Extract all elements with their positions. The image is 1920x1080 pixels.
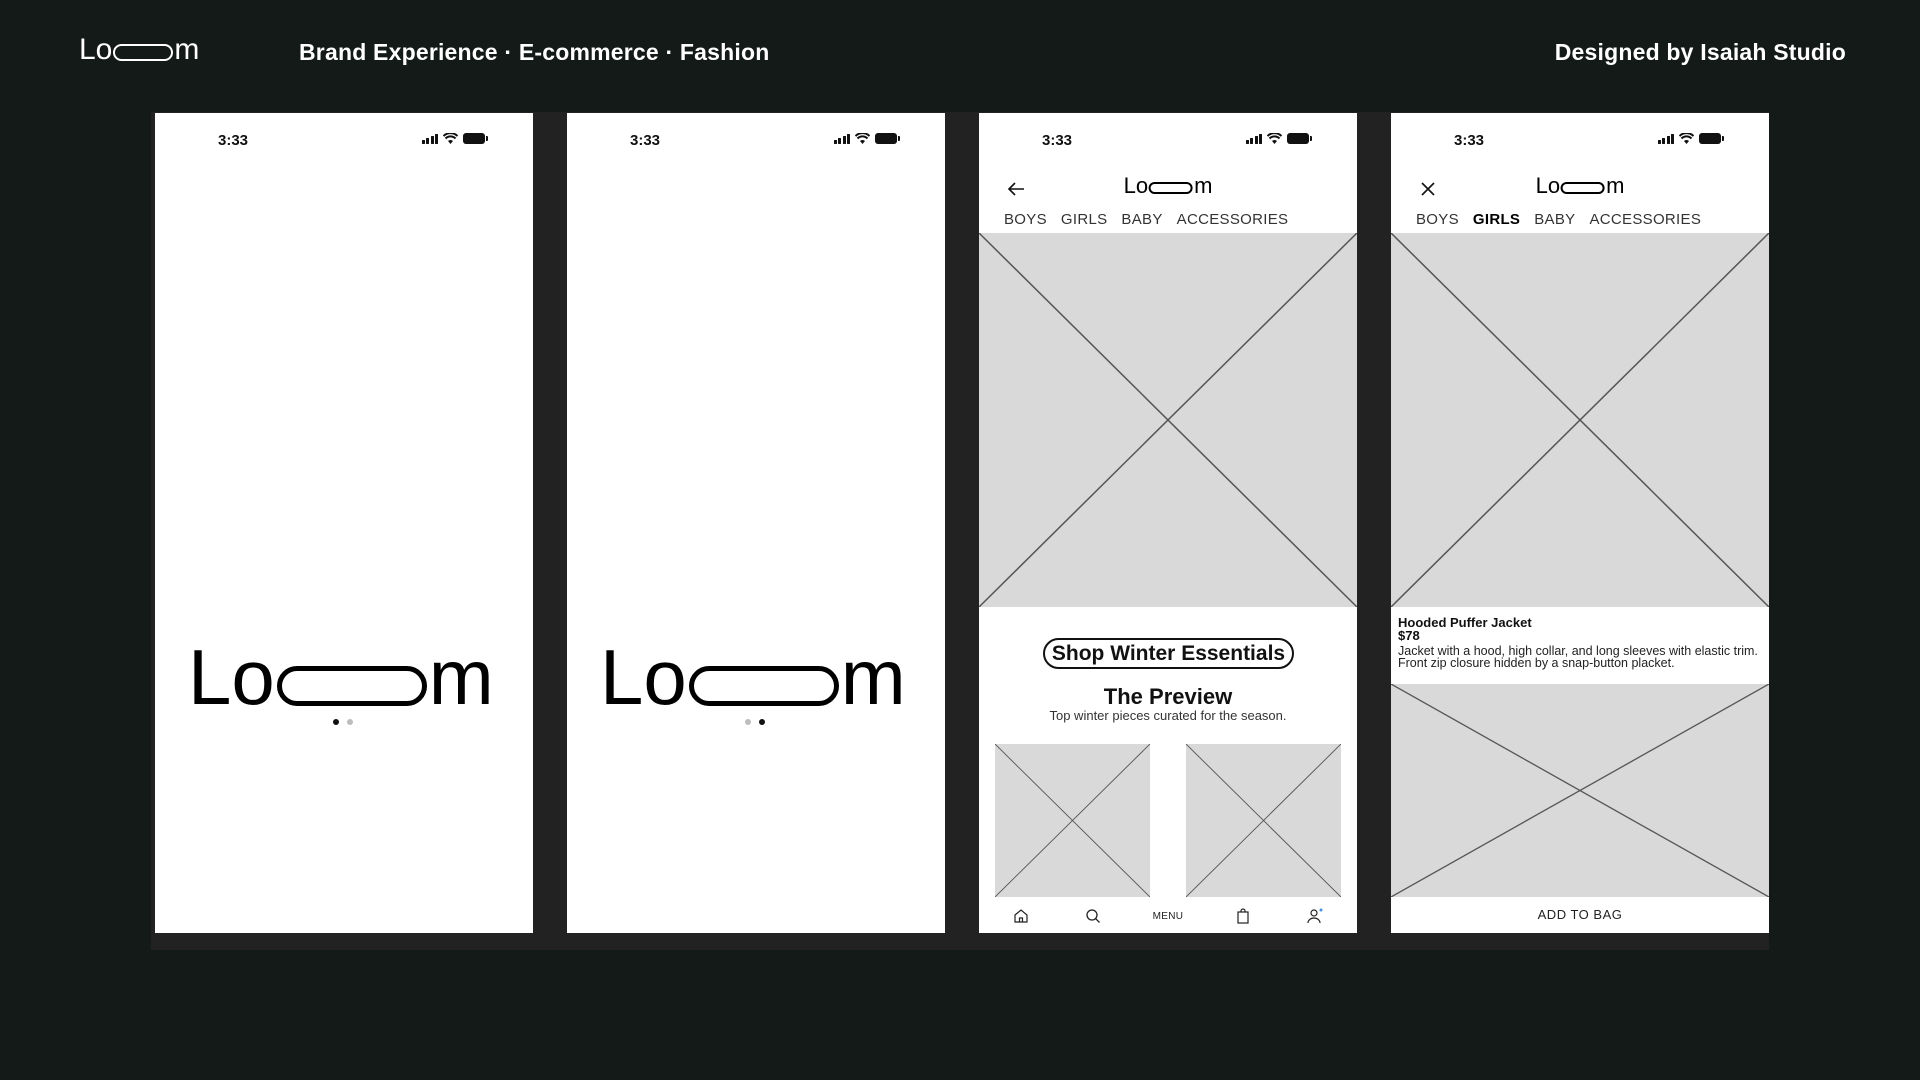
- wifi-icon: [1267, 133, 1282, 144]
- logo-pill-mark: [1149, 182, 1194, 194]
- splash-logo: Lo m: [600, 638, 906, 716]
- section-subtitle: Top winter pieces curated for the season…: [1049, 708, 1287, 723]
- status-time: 3:33: [1042, 132, 1073, 149]
- logo-pill-mark: [1561, 182, 1606, 194]
- bag-icon[interactable]: [1231, 904, 1255, 928]
- page-dot-1[interactable]: [745, 719, 751, 725]
- product-price: $78: [1398, 628, 1420, 643]
- status-icons: [421, 133, 488, 144]
- logo-prefix: Lo: [188, 633, 275, 721]
- signal-icon: [421, 133, 438, 144]
- battery-icon: [1287, 133, 1312, 144]
- logo-pill-mark: [688, 666, 839, 706]
- logo-suffix: m: [428, 633, 494, 721]
- status-bar: 3:33: [567, 113, 945, 149]
- battery-icon: [463, 133, 488, 144]
- status-bar: 3:33: [979, 113, 1357, 149]
- home-icon[interactable]: [1009, 904, 1033, 928]
- status-bar: 3:33: [155, 113, 533, 149]
- logo-prefix: Lo: [600, 633, 687, 721]
- bottom-tab-bar: MENU: [979, 899, 1357, 933]
- logo-suffix: m: [1194, 173, 1213, 198]
- status-time: 3:33: [1454, 132, 1485, 149]
- splash-logo: Lo m: [188, 638, 494, 716]
- phone-splash-1: 3:33 Lo m: [155, 113, 533, 933]
- battery-icon: [875, 133, 900, 144]
- product-name: Hooded Puffer Jacket: [1398, 615, 1532, 630]
- product-image-placeholder[interactable]: [1391, 233, 1769, 607]
- search-icon[interactable]: [1081, 904, 1105, 928]
- page-dot-2[interactable]: [759, 719, 765, 725]
- logo-prefix: Lo: [1535, 173, 1561, 198]
- signal-icon: [1245, 133, 1262, 144]
- phone-splash-2: 3:33 Lo m: [567, 113, 945, 933]
- shop-winter-button[interactable]: Shop Winter Essentials: [1043, 638, 1294, 669]
- logo-pill-mark: [113, 44, 174, 61]
- designer-credit: Designed by Isaiah Studio: [1554, 39, 1846, 65]
- nav-item-baby[interactable]: BABY: [1534, 211, 1575, 228]
- app-logo[interactable]: Lo m: [1536, 175, 1625, 197]
- menu-button[interactable]: MENU: [1153, 904, 1184, 928]
- page-indicator: [333, 719, 353, 725]
- battery-icon: [1699, 133, 1724, 144]
- nav-item-girls[interactable]: GIRLS: [1061, 211, 1108, 228]
- status-time: 3:33: [630, 132, 661, 149]
- status-bar: 3:33: [1391, 113, 1769, 149]
- status-icons: [1657, 133, 1724, 144]
- product-info: Hooded Puffer Jacket $78 Jacket with a h…: [1398, 616, 1764, 669]
- back-arrow-icon[interactable]: [1005, 178, 1027, 200]
- category-nav: BOYS GIRLS BABY ACCESSORIES: [1416, 211, 1701, 228]
- logo-prefix: Lo: [1123, 173, 1149, 198]
- nav-item-girls[interactable]: GIRLS: [1473, 211, 1520, 228]
- product-card-image[interactable]: [995, 744, 1150, 897]
- nav-item-accessories[interactable]: ACCESSORIES: [1589, 211, 1701, 228]
- nav-item-boys[interactable]: BOYS: [1416, 211, 1459, 228]
- section-title: The Preview: [1103, 684, 1233, 709]
- nav-item-boys[interactable]: BOYS: [1004, 211, 1047, 228]
- project-subtitle: Brand Experience · E-commerce · Fashion: [299, 39, 770, 65]
- close-icon[interactable]: [1417, 178, 1439, 200]
- logo-suffix: m: [174, 33, 200, 66]
- status-icons: [833, 133, 900, 144]
- wifi-icon: [1679, 133, 1694, 144]
- hero-image-placeholder[interactable]: [979, 233, 1357, 607]
- wifi-icon: [443, 133, 458, 144]
- add-to-bag-button[interactable]: ADD TO BAG: [1391, 897, 1769, 933]
- status-time: 3:33: [218, 132, 249, 149]
- phone-home: 3:33 Lo m BOYS GIRLS BABY ACCESSORIES Sh…: [979, 113, 1357, 933]
- signal-icon: [1657, 133, 1674, 144]
- category-nav: BOYS GIRLS BABY ACCESSORIES: [1004, 211, 1288, 228]
- status-icons: [1245, 133, 1312, 144]
- phone-product: 3:33 Lo m BOYS GIRLS BABY ACCESSORIES Ho…: [1391, 113, 1769, 933]
- page-dot-2[interactable]: [347, 719, 353, 725]
- page-indicator: [745, 719, 765, 725]
- app-logo[interactable]: Lo m: [1124, 175, 1213, 197]
- logo-suffix: m: [840, 633, 906, 721]
- product-card-image[interactable]: [1186, 744, 1341, 897]
- logo-pill-mark: [276, 666, 427, 706]
- wifi-icon: [855, 133, 870, 144]
- product-image-placeholder-2[interactable]: [1391, 684, 1769, 897]
- logo-suffix: m: [1606, 173, 1625, 198]
- logo-prefix: Lo: [79, 33, 113, 66]
- brand-logo: Lo m: [79, 33, 199, 65]
- product-description: Jacket with a hood, high collar, and lon…: [1398, 644, 1758, 670]
- signal-icon: [833, 133, 850, 144]
- page-dot-1[interactable]: [333, 719, 339, 725]
- nav-item-baby[interactable]: BABY: [1121, 211, 1162, 228]
- nav-item-accessories[interactable]: ACCESSORIES: [1177, 211, 1289, 228]
- profile-icon[interactable]: [1303, 904, 1327, 928]
